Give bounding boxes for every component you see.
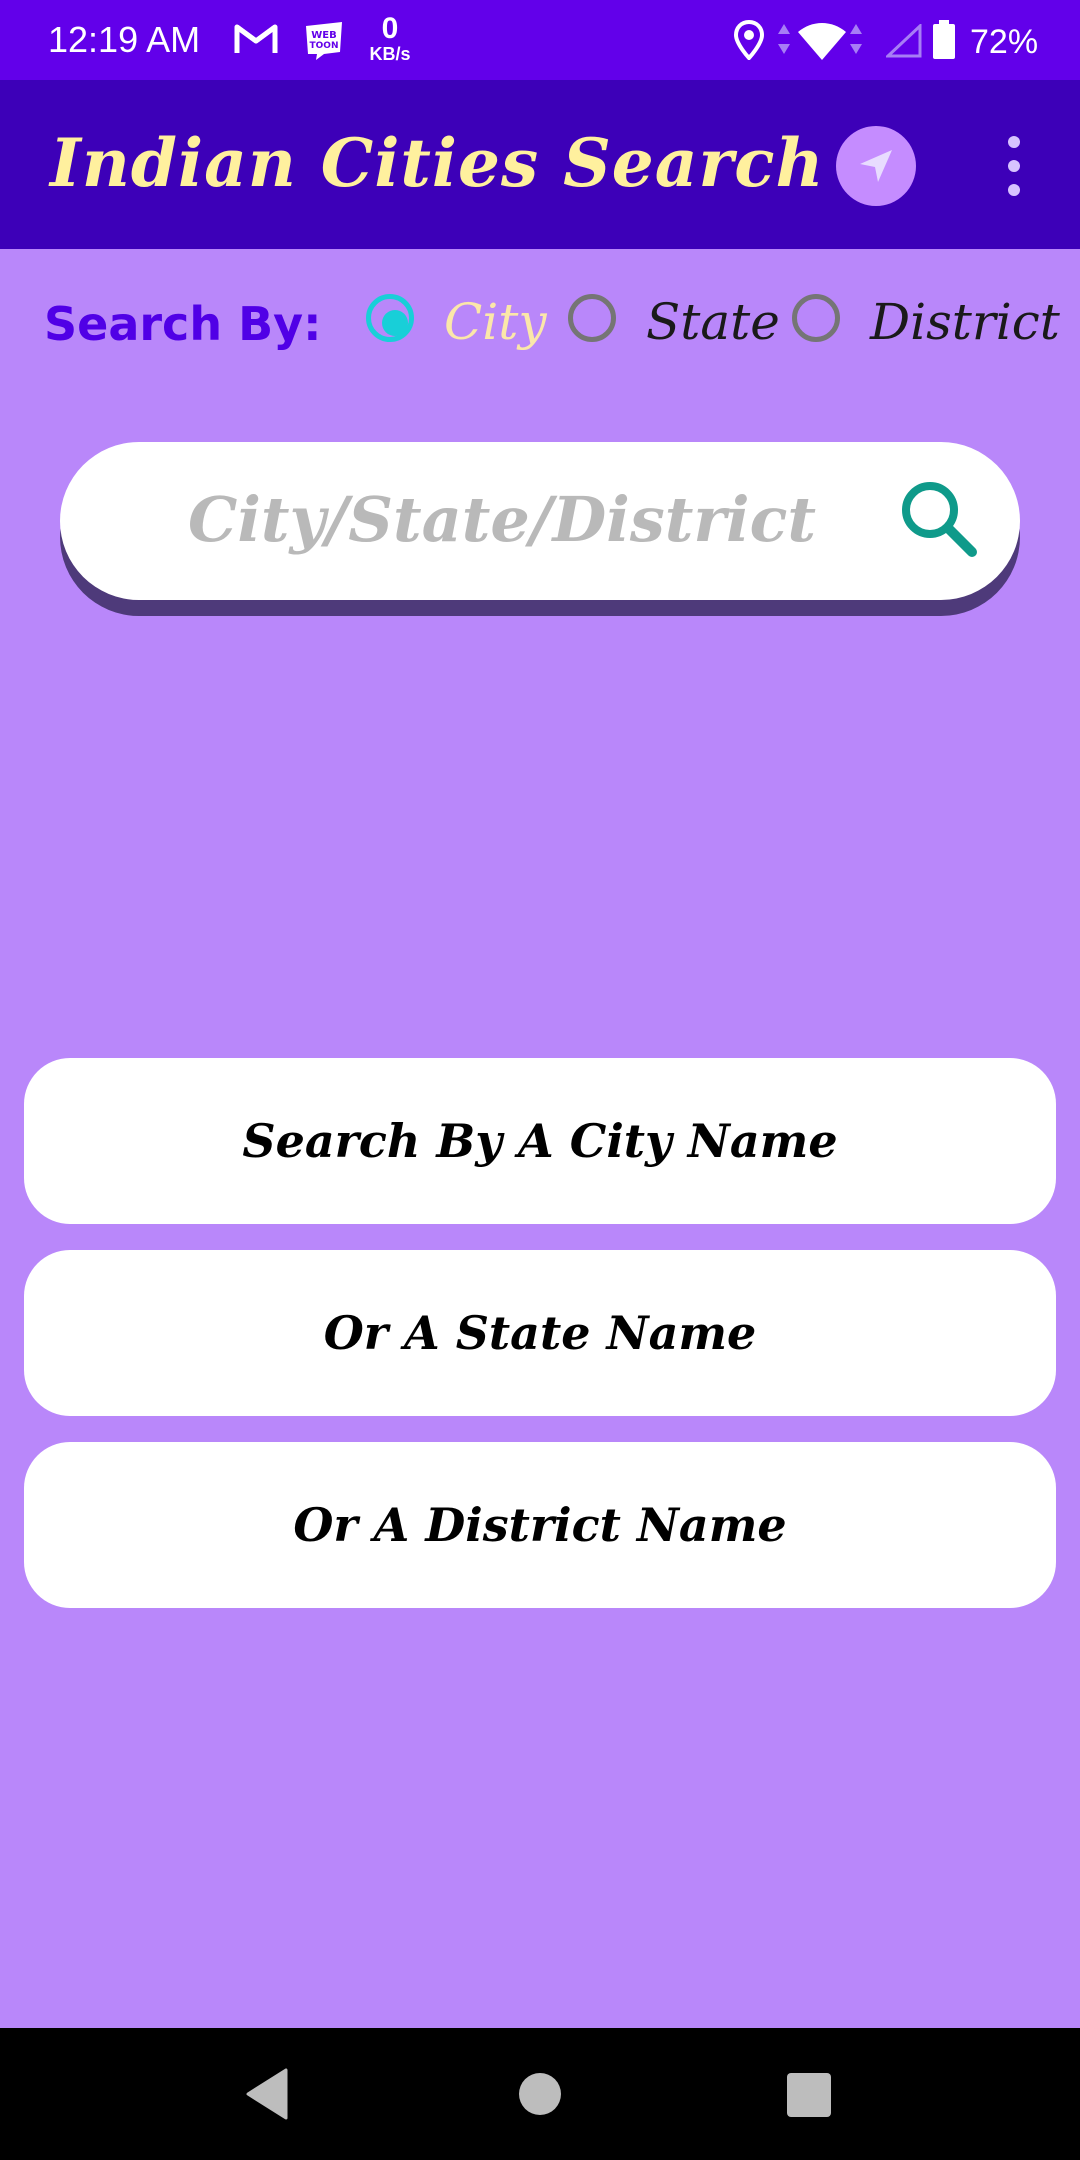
status-bar: 12:19 AM WEB TOON 0 KB/s 72% xyxy=(0,0,1080,80)
status-time: 12:19 AM xyxy=(48,19,201,60)
info-card-text: Search By A City Name xyxy=(242,1114,838,1168)
navigation-button[interactable] xyxy=(836,126,916,206)
radio-label-city: City xyxy=(444,293,547,351)
info-card-text: Or A State Name xyxy=(323,1306,757,1360)
app-bar: Indian Cities Search xyxy=(0,80,1080,249)
navigation-arrow-icon xyxy=(860,150,892,182)
data-activity-icon xyxy=(778,24,790,54)
svg-text:WEB: WEB xyxy=(311,30,336,41)
app-title: Indian Cities Search xyxy=(50,124,825,202)
webtoon-icon: WEB TOON xyxy=(306,22,342,60)
search-by-label: Search By: xyxy=(44,297,322,351)
search-icon[interactable] xyxy=(896,476,986,566)
radio-label-state: State xyxy=(646,293,780,351)
location-icon xyxy=(733,20,765,60)
info-card-text: Or A District Name xyxy=(293,1498,787,1552)
search-by-row: Search By: City State District xyxy=(0,280,1080,370)
info-card-city: Search By A City Name xyxy=(24,1058,1056,1224)
network-speed-value: 0 xyxy=(381,12,399,45)
signal-icon xyxy=(886,24,922,58)
system-navigation-bar xyxy=(0,2028,1080,2160)
back-icon[interactable] xyxy=(244,2068,290,2120)
radio-button-unchecked-icon xyxy=(568,294,616,342)
search-input[interactable] xyxy=(180,468,824,570)
battery-percentage: 72% xyxy=(970,23,1039,61)
radio-label-district: District xyxy=(870,293,1060,351)
wifi-activity-icon xyxy=(850,24,862,54)
gmail-icon xyxy=(234,24,278,53)
radio-button-checked-icon xyxy=(366,294,414,342)
home-icon[interactable] xyxy=(518,2072,562,2116)
more-vert-icon[interactable] xyxy=(996,134,1032,198)
info-card-district: Or A District Name xyxy=(24,1442,1056,1608)
radio-button-unchecked-icon xyxy=(792,294,840,342)
network-speed-unit: KB/s xyxy=(369,44,411,64)
recents-icon[interactable] xyxy=(786,2072,832,2118)
wifi-icon xyxy=(798,23,846,60)
search-box xyxy=(60,442,1020,600)
network-speed: 0 KB/s xyxy=(364,12,416,65)
battery-icon xyxy=(933,20,955,59)
svg-text:TOON: TOON xyxy=(310,41,339,51)
info-card-state: Or A State Name xyxy=(24,1250,1056,1416)
